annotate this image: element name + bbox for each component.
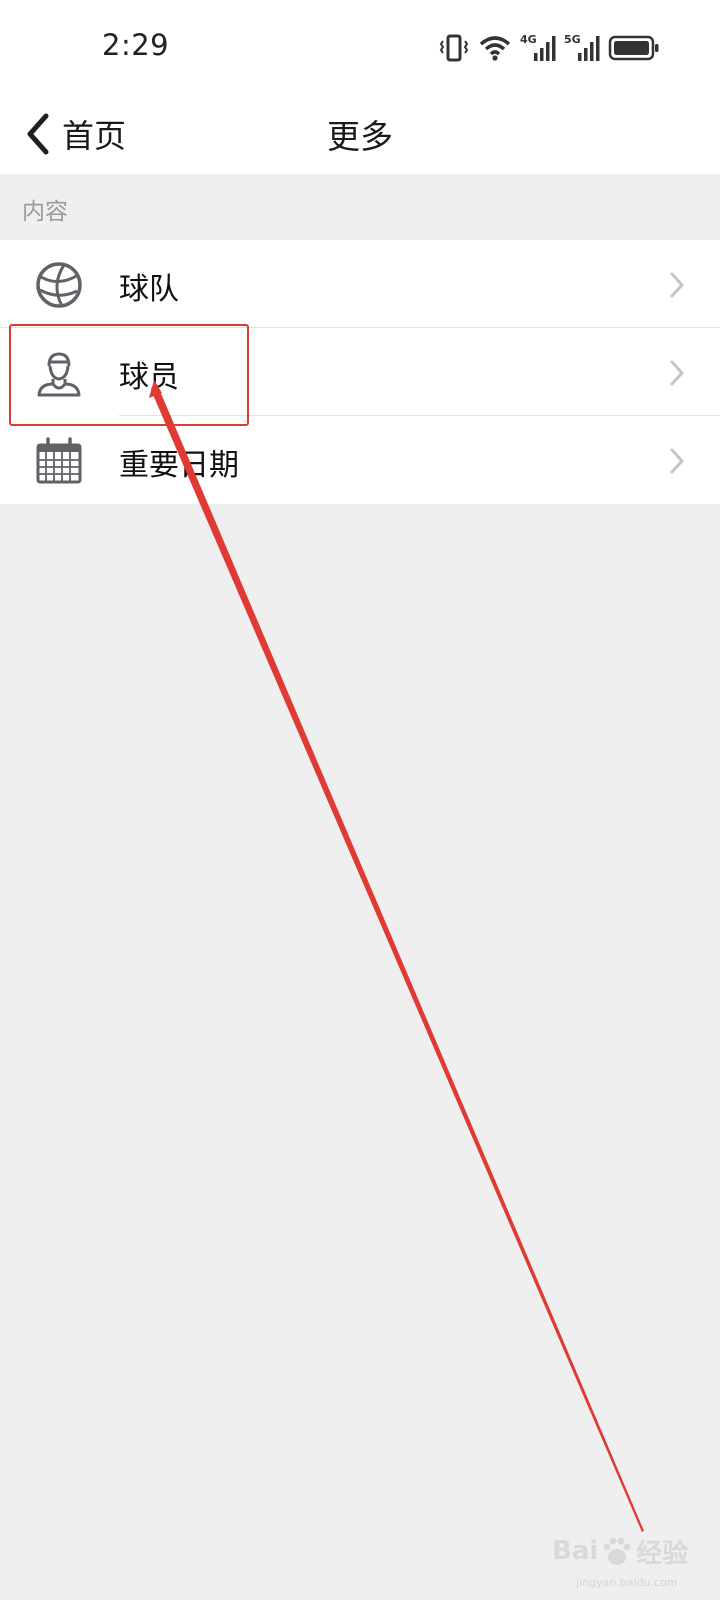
- status-icons: 4G 5G: [438, 30, 660, 66]
- navigation-bar: 首页 更多: [0, 96, 720, 174]
- watermark-brand-left: Bai: [552, 1536, 599, 1566]
- wifi-icon: [479, 36, 511, 61]
- signal-5g-icon: 5G: [564, 33, 600, 63]
- watermark-brand-right: 经验: [636, 1538, 689, 1569]
- chevron-right-icon: [670, 360, 684, 386]
- status-bar: 2:29 4G 5G: [0, 0, 720, 96]
- list-item-key-dates[interactable]: 重要日期: [0, 416, 720, 504]
- list-item-label: 重要日期: [119, 448, 239, 483]
- annotation-highlight-box: [9, 324, 249, 426]
- signal-4g-icon: 4G: [520, 33, 556, 63]
- watermark-url: jingyan.baidu.com: [576, 1576, 678, 1589]
- calendar-icon: [36, 437, 82, 484]
- chevron-right-icon: [670, 272, 684, 298]
- status-time: 2:29: [102, 28, 170, 62]
- page-title: 更多: [327, 117, 393, 156]
- watermark: Bai 经验: [552, 1528, 688, 1574]
- basketball-icon: [36, 262, 82, 308]
- section-header-label: 内容: [22, 199, 68, 225]
- list-item-teams[interactable]: 球队: [0, 240, 720, 328]
- section-header: 内容: [0, 174, 720, 240]
- chevron-right-icon: [670, 448, 684, 474]
- vibrate-icon: [439, 34, 469, 62]
- list-item-label: 球队: [119, 272, 179, 307]
- battery-icon: [608, 35, 659, 61]
- paw-logo-icon: [603, 1537, 631, 1565]
